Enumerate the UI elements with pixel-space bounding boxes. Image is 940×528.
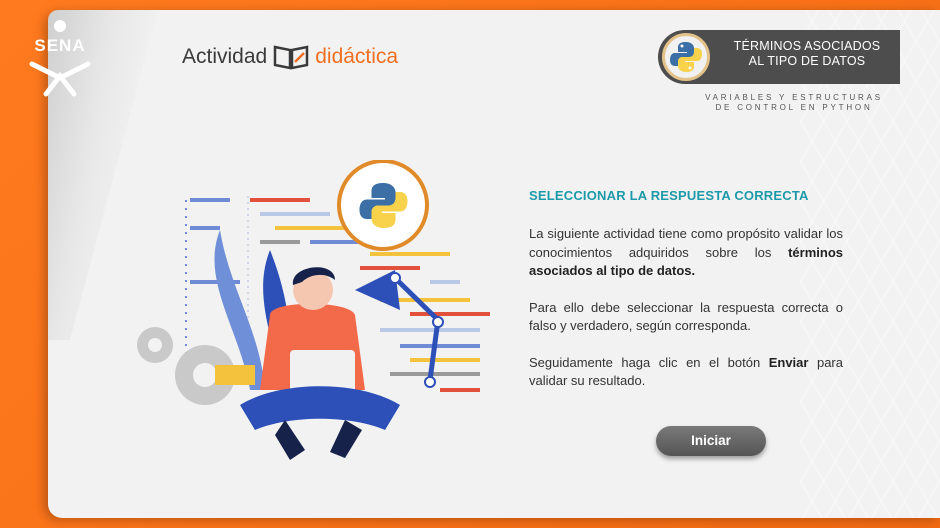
instructions-heading: SELECCIONAR LA RESPUESTA CORRECTA (529, 188, 809, 203)
brand-word-actividad: Actividad (182, 45, 268, 68)
badge-subtitle-line1: VARIABLES Y ESTRUCTURAS (705, 93, 883, 102)
badge-title-line2: AL TIPO DE DATOS (748, 54, 866, 68)
instructions-paragraph-3: Seguidamente haga clic en el botón Envia… (529, 354, 843, 391)
instructions-paragraph-2: Para ello debe seleccionar la respuesta … (529, 299, 843, 334)
paragraph-3-text: Seguidamente haga clic en el botón (529, 354, 769, 370)
activity-brand: Actividad didáctica (182, 44, 398, 70)
brand-word-didactica: didáctica (315, 45, 399, 68)
start-button[interactable]: Iniciar (656, 426, 766, 456)
badge-subtitle-line2: DE CONTROL EN PYTHON (715, 103, 873, 112)
sena-logo-icon (29, 20, 91, 97)
book-icon (273, 45, 309, 70)
python-logo-icon (670, 42, 702, 72)
badge-subtitle: VARIABLES Y ESTRUCTURAS DE CONTROL EN PY… (680, 93, 908, 113)
topic-badge: TÉRMINOS ASOCIADOS AL TIPO DE DATOS (658, 30, 900, 84)
instructions-paragraph-1: La siguiente actividad tiene como propós… (529, 225, 843, 281)
instructions-panel: SELECCIONAR LA RESPUESTA CORRECTA La sig… (529, 188, 843, 409)
badge-title-line1: TÉRMINOS ASOCIADOS (733, 39, 881, 53)
badge-title: TÉRMINOS ASOCIADOS AL TIPO DE DATOS (718, 39, 896, 69)
illustration (137, 160, 490, 460)
sena-logo: SENA (18, 18, 102, 98)
paragraph-3-bold: Enviar (768, 354, 809, 370)
badge-icon-circle (662, 33, 710, 81)
sena-logo-text: SENA (34, 36, 86, 55)
